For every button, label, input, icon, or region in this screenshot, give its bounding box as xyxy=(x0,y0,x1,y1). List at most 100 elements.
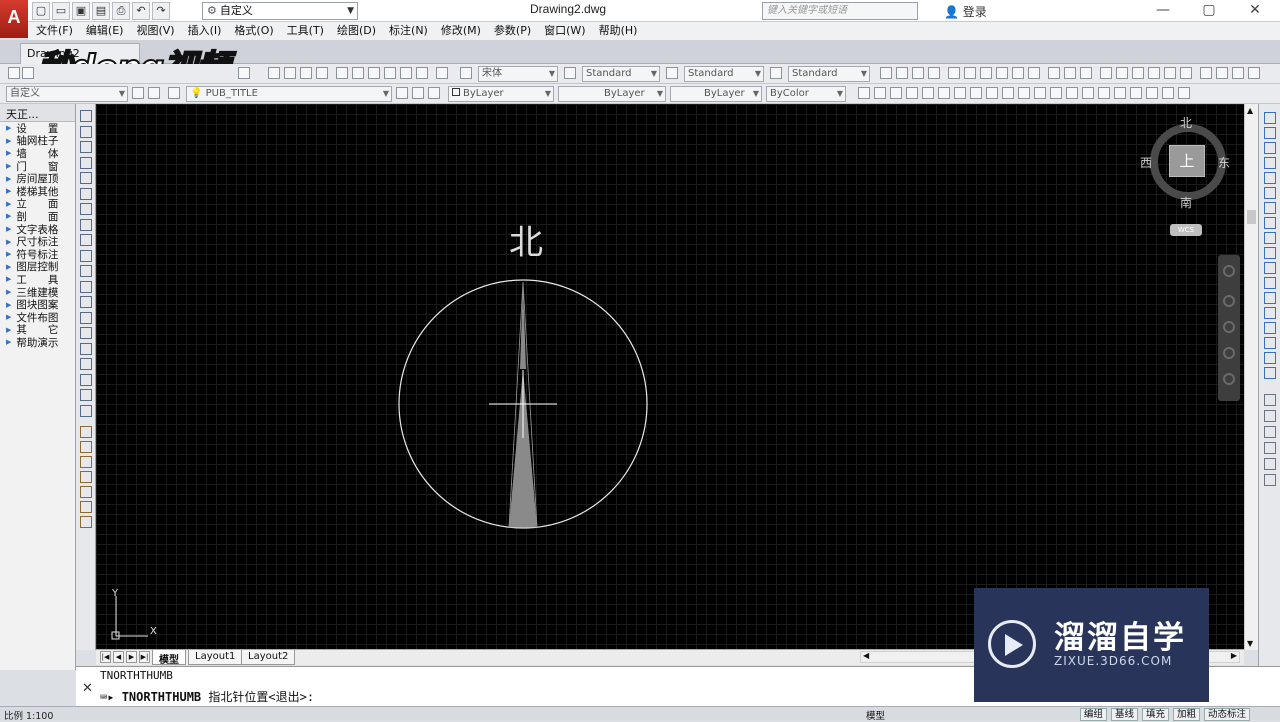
mirror-icon[interactable] xyxy=(1264,142,1276,154)
orbit-icon[interactable] xyxy=(1223,347,1235,359)
polygon-icon[interactable] xyxy=(80,156,92,169)
dim-style-select[interactable]: Standard ▼ xyxy=(582,66,660,82)
continue-dim-icon[interactable] xyxy=(1116,67,1128,79)
purge-icon[interactable] xyxy=(80,501,92,513)
new-icon[interactable] xyxy=(8,67,20,79)
baseline-dim-icon[interactable] xyxy=(980,67,992,79)
scroll-left-arrow[interactable]: ◀ xyxy=(863,651,869,660)
zoom-window-icon[interactable] xyxy=(300,67,312,79)
offset-icon[interactable] xyxy=(1264,157,1276,169)
copy-icon[interactable] xyxy=(1264,127,1276,139)
pan-icon[interactable] xyxy=(268,67,280,79)
compass-north[interactable]: 北 xyxy=(1180,114,1192,131)
signin-link[interactable]: 👤 登录 xyxy=(944,3,987,20)
break-icon[interactable] xyxy=(1264,292,1276,304)
workspace-icon[interactable] xyxy=(148,87,160,99)
tarch-tool-13-icon[interactable] xyxy=(1050,87,1062,99)
tarch-tool-18-icon[interactable] xyxy=(1130,87,1142,99)
jogged-icon[interactable] xyxy=(1048,67,1060,79)
close-icon[interactable]: ✕ xyxy=(82,681,93,696)
menu-window[interactable]: 窗口(W) xyxy=(544,22,585,40)
multileader-style-icon[interactable] xyxy=(770,67,782,79)
point-icon[interactable] xyxy=(80,311,92,324)
diameter-icon[interactable] xyxy=(1064,67,1076,79)
menu-draw[interactable]: 绘图(D) xyxy=(337,22,376,40)
revcloud-icon[interactable] xyxy=(80,218,92,231)
tarch-tool-3-icon[interactable] xyxy=(890,87,902,99)
dim-edit-icon[interactable] xyxy=(1216,67,1228,79)
text-style-icon[interactable] xyxy=(460,67,472,79)
explode-icon[interactable] xyxy=(1264,367,1276,379)
table-style-icon[interactable] xyxy=(666,67,678,79)
dim-text-edit-icon[interactable] xyxy=(1232,67,1244,79)
tarch-tool-10-icon[interactable] xyxy=(1002,87,1014,99)
text-style-select[interactable]: 宋体 ▼ xyxy=(478,66,558,82)
line-icon[interactable] xyxy=(80,110,92,122)
layout-icon[interactable] xyxy=(80,516,92,528)
extend-icon[interactable] xyxy=(1264,262,1276,274)
ordinate-icon[interactable] xyxy=(1012,67,1024,79)
tab-model[interactable]: 模型 xyxy=(152,650,186,666)
status-group-button[interactable]: 编组 xyxy=(1079,708,1107,721)
tarch-tool-12-icon[interactable] xyxy=(1034,87,1046,99)
minimize-button[interactable]: — xyxy=(1140,0,1186,22)
workspace-select[interactable]: ⚙ 自定义 ▼ xyxy=(202,2,358,20)
draw-order-back-icon[interactable] xyxy=(1264,410,1276,422)
compass-west[interactable]: 西 xyxy=(1140,154,1152,171)
angular-icon[interactable] xyxy=(1080,67,1092,79)
scroll-thumb[interactable] xyxy=(1247,210,1256,224)
help-icon[interactable] xyxy=(436,67,448,79)
command-input[interactable]: ⌨▸ TNORTHTHUMB 指北针位置<退出>: xyxy=(100,688,314,705)
join-icon[interactable] xyxy=(1264,307,1276,319)
dim-space-icon[interactable] xyxy=(1132,67,1144,79)
zoom-extents-icon[interactable] xyxy=(1223,321,1235,333)
rotate-icon[interactable] xyxy=(1264,202,1276,214)
gradient-icon[interactable] xyxy=(80,342,92,355)
pan-hand-icon[interactable] xyxy=(1223,295,1235,307)
zoom-previous-icon[interactable] xyxy=(316,67,328,79)
dim-style-icon[interactable] xyxy=(564,67,576,79)
save-icon[interactable]: ▣ xyxy=(72,2,90,20)
quickcalc-icon[interactable] xyxy=(416,67,428,79)
compass-east[interactable]: 东 xyxy=(1218,154,1230,171)
last-tab-arrow[interactable]: ▶| xyxy=(139,651,150,663)
undo-icon[interactable]: ↶ xyxy=(132,2,150,20)
markup-icon[interactable] xyxy=(400,67,412,79)
color-picker-icon[interactable] xyxy=(80,426,92,438)
tarch-tool-19-icon[interactable] xyxy=(1146,87,1158,99)
tarch-tool-2-icon[interactable] xyxy=(874,87,886,99)
scale-icon[interactable] xyxy=(1264,217,1276,229)
blend-icon[interactable] xyxy=(1264,352,1276,364)
multileader-style-select[interactable]: Standard ▼ xyxy=(788,66,870,82)
application-menu-button[interactable]: A xyxy=(0,0,28,38)
erase-icon[interactable] xyxy=(1264,112,1276,124)
sheet-set-icon[interactable] xyxy=(384,67,396,79)
hatch-icon[interactable] xyxy=(80,327,92,339)
draw-order-front-icon[interactable] xyxy=(1264,394,1276,406)
spline-icon[interactable] xyxy=(80,234,92,246)
menu-edit[interactable]: 编辑(E) xyxy=(86,22,124,40)
snap-icon[interactable] xyxy=(896,67,908,79)
tab-layout2[interactable]: Layout2 xyxy=(241,650,296,665)
region-icon[interactable] xyxy=(80,358,92,370)
match-prop-icon[interactable] xyxy=(80,441,92,453)
menu-view[interactable]: 视图(V) xyxy=(136,22,174,40)
trim-icon[interactable] xyxy=(1264,247,1276,259)
open-file-icon[interactable]: ▭ xyxy=(52,2,70,20)
status-bold-button[interactable]: 加粗 xyxy=(1172,708,1200,721)
paint-icon[interactable] xyxy=(80,456,92,468)
scroll-up-arrow[interactable]: ▲ xyxy=(1247,106,1253,115)
fillet-icon[interactable] xyxy=(1264,337,1276,349)
polyline-icon[interactable] xyxy=(80,141,92,153)
menu-dimension[interactable]: 标注(N) xyxy=(389,22,428,40)
tarch-tool-16-icon[interactable] xyxy=(1098,87,1110,99)
center-mark-icon[interactable] xyxy=(1180,67,1192,79)
temp-track-icon[interactable] xyxy=(912,67,924,79)
status-baseline-button[interactable]: 基线 xyxy=(1110,708,1138,721)
add-selected-icon[interactable] xyxy=(80,404,92,417)
arc-icon[interactable] xyxy=(80,187,92,200)
tarch-tool-11-icon[interactable] xyxy=(1018,87,1030,99)
inspect-icon[interactable] xyxy=(1200,67,1212,79)
search-input[interactable]: 键入关键字或短语 xyxy=(762,2,918,20)
menu-help[interactable]: 帮助(H) xyxy=(599,22,638,40)
